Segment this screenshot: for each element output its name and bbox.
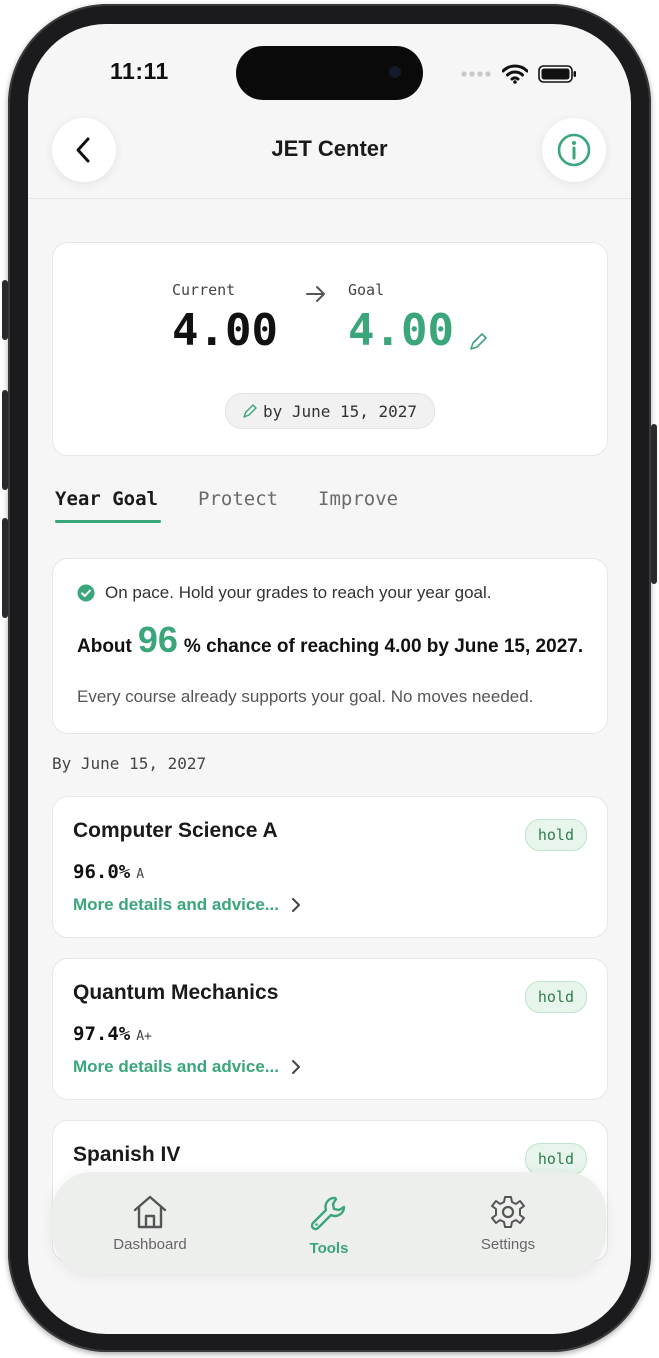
current-label: Current: [172, 281, 236, 299]
grade-letter: A: [136, 867, 145, 882]
course-name: Computer Science A: [73, 819, 278, 842]
page-title: JET Center: [271, 136, 388, 161]
wrench-icon: [310, 1196, 346, 1231]
grade-letter: A+: [136, 1029, 152, 1044]
volume-down-button: [2, 518, 8, 618]
active-tab-indicator: [55, 520, 161, 523]
more-details-text: More details and advice...: [73, 1057, 279, 1076]
dynamic-island: [236, 46, 423, 100]
battery-icon: [538, 65, 576, 83]
header-divider: [28, 198, 631, 199]
pace-status: On pace. Hold your grades to reach your …: [77, 583, 492, 603]
grade-percent: 96.0%: [73, 861, 131, 883]
pace-status-text: On pace. Hold your grades to reach your …: [105, 583, 492, 602]
edit-goal-icon[interactable]: [469, 333, 487, 351]
status-time: 11:11: [110, 58, 169, 84]
goal-label: Goal: [348, 281, 385, 299]
gear-icon: [491, 1196, 525, 1228]
status-icons: [460, 62, 578, 86]
tab-bar-settings[interactable]: Settings: [438, 1194, 578, 1253]
check-circle-icon: [77, 584, 95, 602]
goal-date-pill[interactable]: by June 15, 2027: [225, 393, 435, 429]
tab-bar-label: Dashboard: [113, 1236, 187, 1253]
power-button: [651, 424, 657, 584]
summary-note: Every course already supports your goal.…: [77, 687, 534, 706]
tab-bar-dashboard[interactable]: Dashboard: [80, 1194, 220, 1253]
more-details-text: More details and advice...: [73, 895, 279, 914]
chevron-right-icon: [291, 898, 300, 912]
gpa-card: Current 4.00 Goal 4.00 by June 15, 2027: [52, 242, 608, 456]
info-button[interactable]: [542, 118, 606, 182]
chance-suffix: % chance of reaching 4.00 by June 15, 20…: [183, 636, 584, 657]
grade-percent: 97.4%: [73, 1023, 131, 1045]
camera-dot: [389, 66, 401, 78]
chance-prefix: About: [77, 636, 132, 657]
volume-up-button: [2, 390, 8, 490]
tab-year-goal[interactable]: Year Goal: [55, 488, 158, 510]
chevron-right-icon: [291, 1060, 300, 1074]
home-icon: [133, 1195, 167, 1229]
cellular-signal-icon: [461, 71, 491, 77]
more-details-link[interactable]: More details and advice...: [73, 1057, 301, 1077]
tab-improve[interactable]: Improve: [318, 488, 398, 510]
course-name: Spanish IV: [73, 1143, 181, 1166]
chance-value: 96: [137, 619, 178, 660]
app-screen: 11:11 JET Center Current 4.00 Goal 4.00 …: [28, 24, 631, 1334]
more-details-link[interactable]: More details and advice...: [73, 895, 301, 915]
status-badge: hold: [524, 819, 587, 851]
tab-bar-label: Tools: [309, 1240, 349, 1257]
edit-date-icon: [243, 404, 257, 418]
course-name: Quantum Mechanics: [73, 981, 279, 1004]
bottom-tab-bar: Dashboard Tools Settings: [52, 1172, 606, 1274]
status-badge: hold: [524, 1143, 587, 1175]
chance-line: About 96 % chance of reaching 4.00 by Ju…: [77, 619, 583, 661]
current-gpa: 4.00: [172, 305, 278, 356]
tab-protect[interactable]: Protect: [198, 488, 278, 510]
info-icon: [557, 133, 591, 167]
tab-bar-tools[interactable]: Tools: [259, 1194, 399, 1257]
course-card[interactable]: Computer Science A hold 96.0% A More det…: [52, 796, 608, 938]
status-badge: hold: [524, 981, 587, 1013]
tab-bar-label: Settings: [480, 1236, 536, 1253]
course-card[interactable]: Quantum Mechanics hold 97.4% A+ More det…: [52, 958, 608, 1100]
arrow-right-icon: [306, 286, 325, 302]
course-grade: 97.4% A+: [73, 1023, 152, 1045]
goal-date-text: by June 15, 2027: [262, 401, 418, 421]
section-date-label: By June 15, 2027: [52, 754, 207, 773]
wifi-icon: [502, 64, 528, 84]
course-grade: 96.0% A: [73, 861, 144, 883]
goal-summary-card: On pace. Hold your grades to reach your …: [52, 558, 608, 734]
goal-gpa[interactable]: 4.00: [348, 305, 454, 356]
side-button: [2, 280, 8, 340]
